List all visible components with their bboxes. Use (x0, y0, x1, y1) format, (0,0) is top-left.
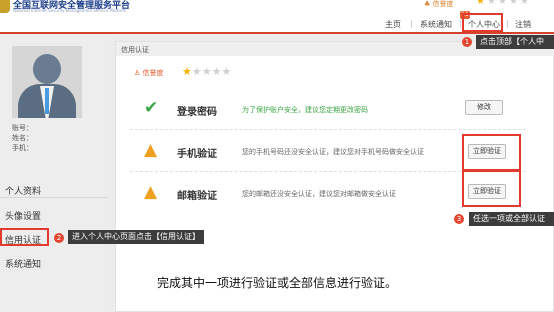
header-credit-text: 信誉度 (432, 0, 454, 8)
check-icon: ✔ (144, 98, 159, 118)
sidebar: 账号： 姓名： 手机： 个人资料 头像设置 信用认证 系统通知 (0, 34, 108, 312)
nav-divider: | (410, 19, 413, 28)
warning-icon: ▲ (144, 140, 158, 160)
email-button-highlight (462, 170, 521, 207)
star-icon: ★ (520, 0, 529, 7)
email-verify-title: 邮箱验证 (177, 191, 217, 202)
star-icon: ★ (509, 0, 518, 7)
phone-label: 手机： (12, 144, 33, 152)
badge-icon: ♣ (424, 0, 431, 8)
star-icon: ★ (487, 0, 496, 7)
sidebar-item-notifications[interactable]: 系统通知 (5, 257, 41, 270)
account-label: 账号： (12, 124, 33, 132)
password-desc: 为了保护账户安全，建议您定期更改密码 (242, 106, 368, 114)
nav-notifications-link[interactable]: 系统通知 (420, 19, 452, 30)
star-icon: ★ (498, 0, 507, 7)
credit-label: ♙ 信誉度 (134, 68, 164, 78)
name-label: 姓名： (12, 134, 33, 142)
sidebar-item-profile[interactable]: 个人资料 (5, 184, 41, 197)
star-icon: ★ (221, 65, 232, 78)
credit-icon: ♙ (134, 69, 141, 77)
star-icon: ★ (191, 65, 202, 78)
sidebar-item-avatar-settings[interactable]: 头像设置 (5, 209, 41, 222)
video-caption: 完成其中一项进行验证或全部信息进行验证。 (156, 276, 397, 290)
step-2-marker: 2 (54, 233, 64, 243)
star-icon: ★ (476, 0, 485, 7)
phone-verify-title: 手机验证 (177, 149, 217, 160)
phone-verify-desc: 您的手机号码还没安全认证，建议您对手机号码做安全认证 (242, 148, 424, 156)
step-1-callout: 点击顶部【个人中 (476, 35, 554, 49)
site-logo (0, 0, 10, 13)
sidebar-divider (0, 197, 108, 198)
avatar-head (33, 54, 61, 84)
site-subtitle: National Internet Security Management Se… (13, 8, 127, 13)
step-1-marker: 1 (462, 37, 472, 47)
password-row: ✔ 登录密码 为了保护账户安全，建议您定期更改密码 修改 (130, 88, 526, 130)
change-password-button[interactable]: 修改 (465, 100, 503, 115)
credit-menu-highlight (0, 228, 49, 246)
nav-home-link[interactable]: 主页 (385, 19, 401, 30)
star-icon: ★ (201, 65, 212, 78)
password-title: 登录密码 (177, 107, 217, 118)
avatar-tie (45, 88, 49, 114)
user-center-highlight (462, 13, 503, 32)
header-credit-label: ♣ 信誉度 (424, 0, 454, 9)
credit-stars: ★★★★★ (182, 66, 231, 78)
warning-icon: ▲ (144, 182, 158, 202)
avatar[interactable] (12, 46, 82, 118)
nav-divider: | (506, 19, 509, 28)
nav-logout-link[interactable]: 注销 (515, 19, 531, 30)
credit-label-text: 信誉度 (142, 69, 164, 77)
star-icon: ★ (211, 65, 222, 78)
email-verify-desc: 您的邮箱还没安全认证，建议您对邮箱做安全认证 (242, 190, 396, 198)
step-3-marker: 3 (454, 214, 464, 224)
step-2-callout: 进入个人中心页面点击【信用认证】 (68, 230, 204, 244)
step-3-callout: 任选一项或全部认证 (469, 212, 554, 226)
star-icon: ★ (182, 65, 192, 78)
phone-button-highlight (462, 134, 521, 171)
